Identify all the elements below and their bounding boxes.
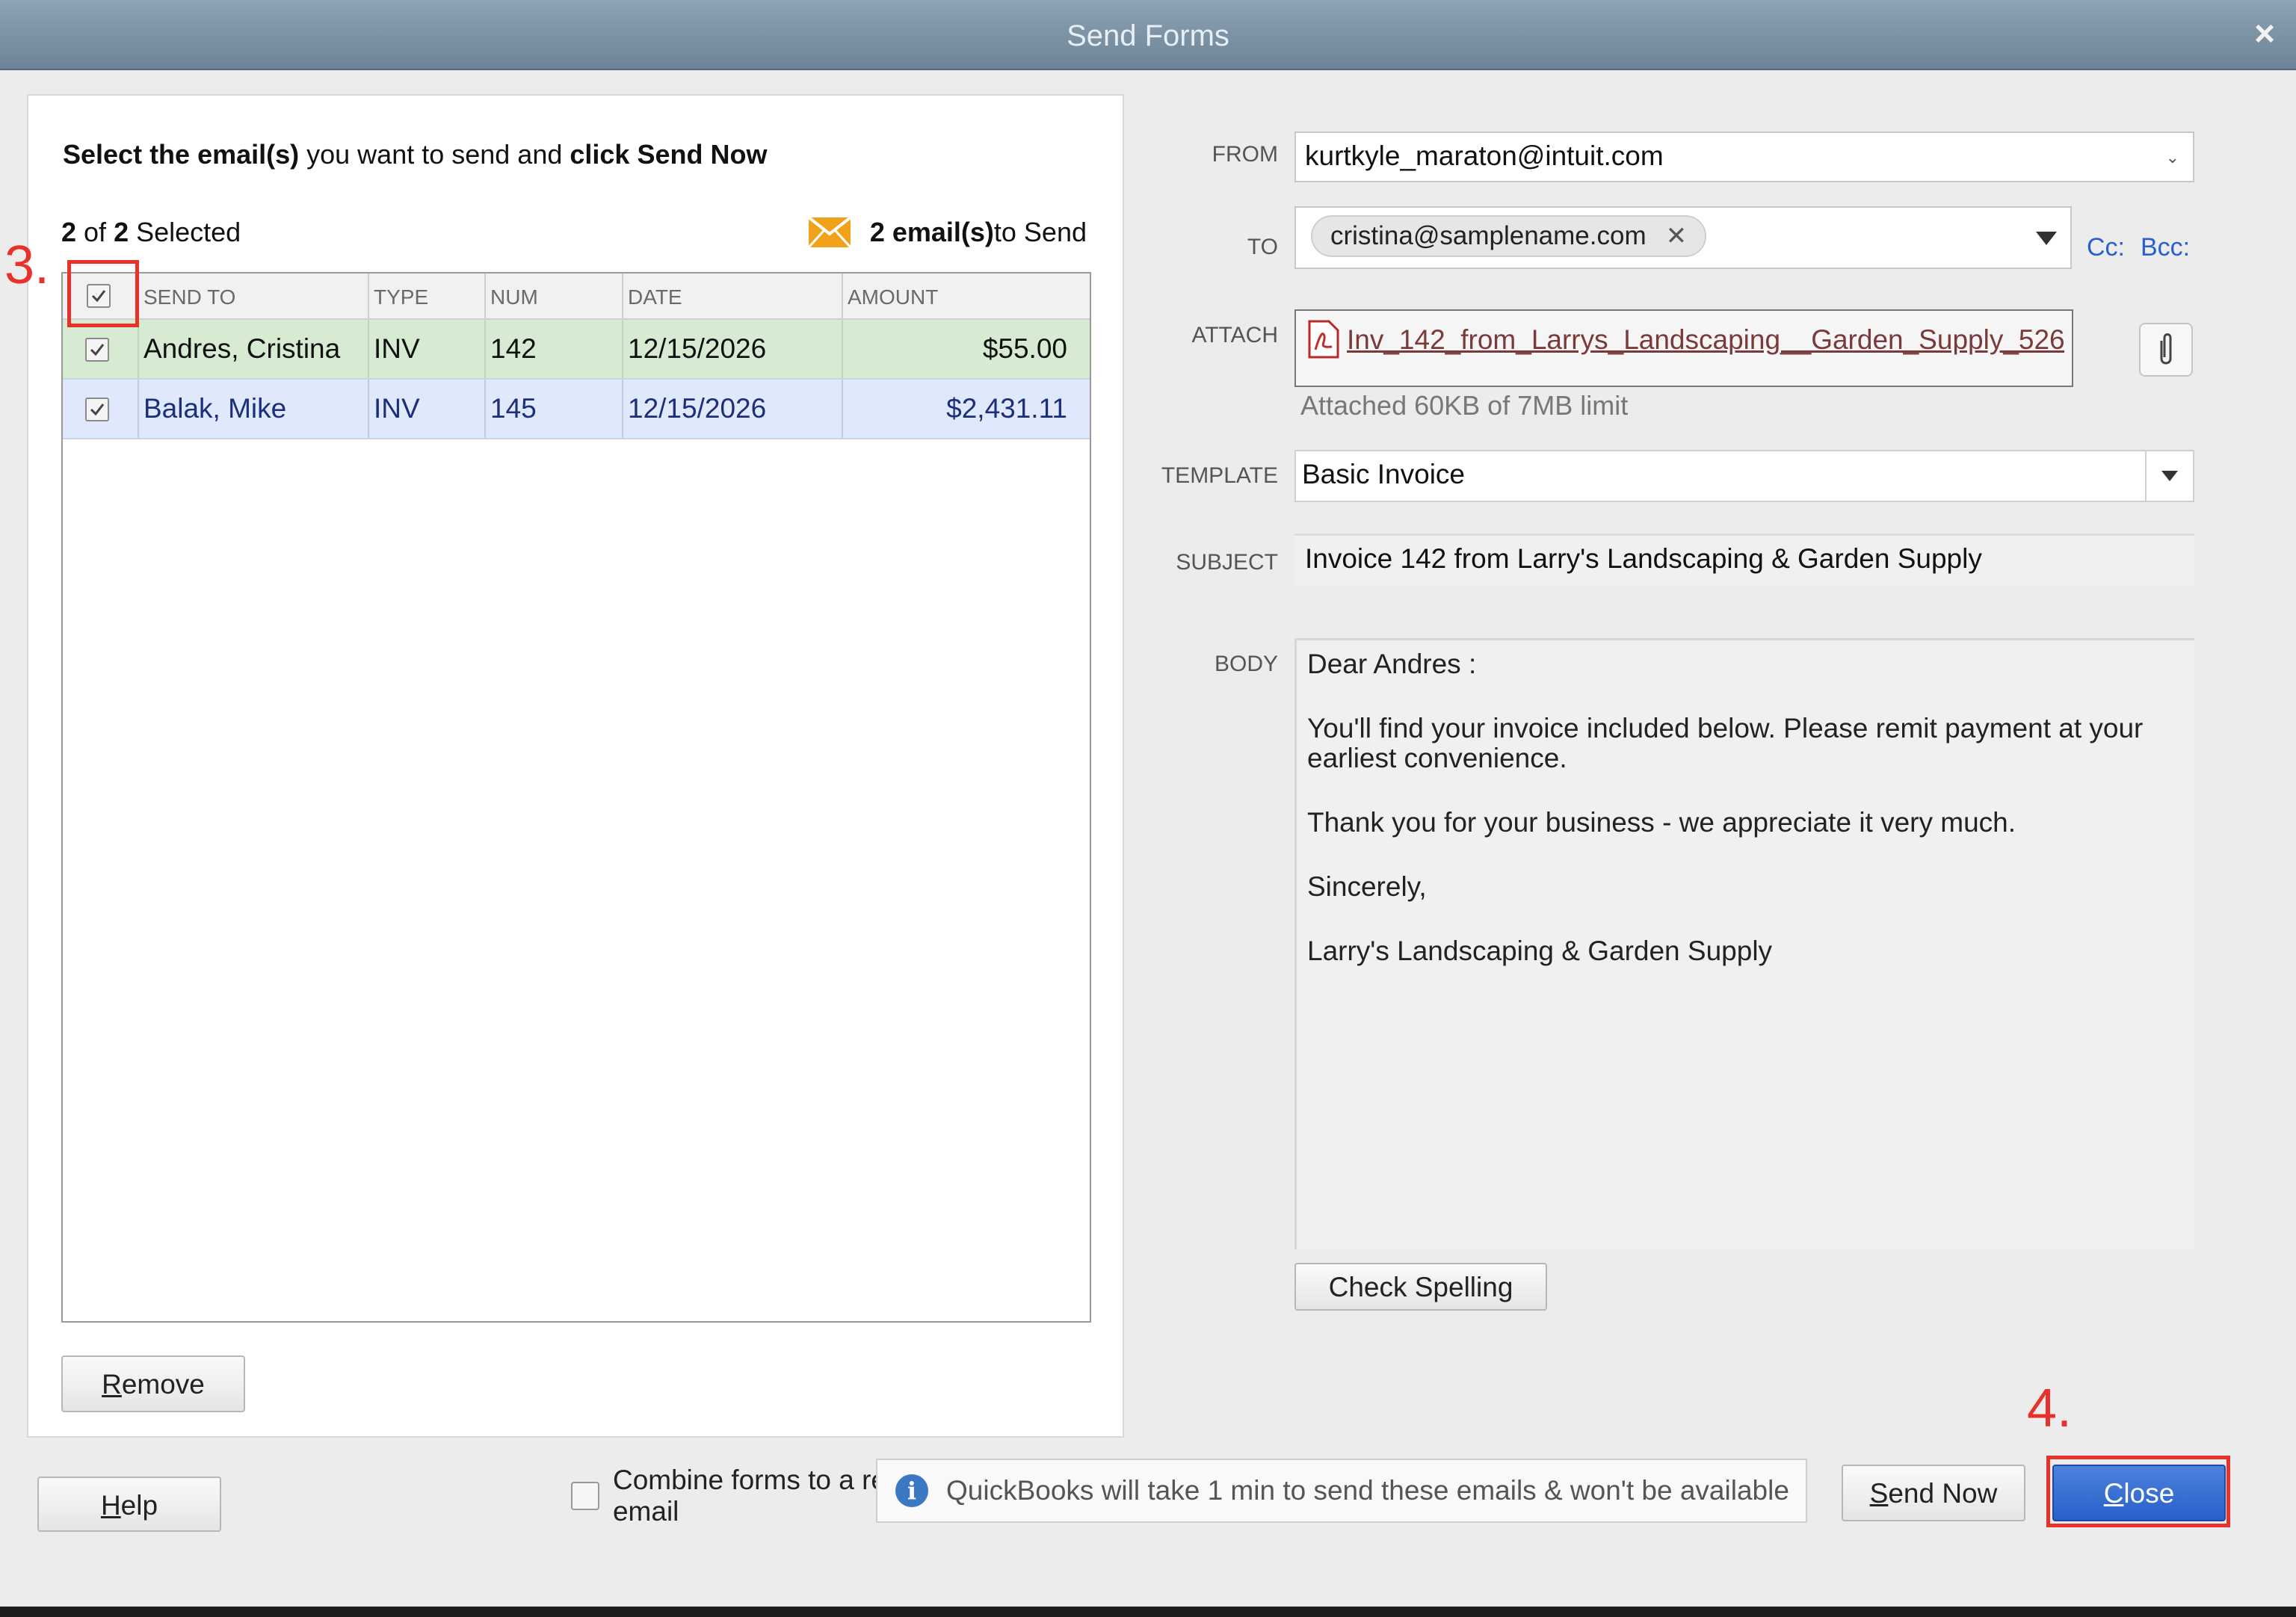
send-now-mnemonic: S — [1869, 1478, 1889, 1509]
template-dropdown[interactable]: Basic Invoice — [1294, 450, 2194, 502]
check-spelling-button[interactable]: Check Spelling — [1294, 1263, 1547, 1311]
step-4-highlight-box — [2046, 1456, 2230, 1527]
selected-count: 2 of 2 Selected — [61, 217, 241, 248]
cell-amount: $55.00 — [982, 333, 1067, 364]
send-now-label: end Now — [1888, 1478, 1998, 1509]
dropdown-arrow-icon — [2161, 471, 2178, 481]
title-bar: Send Forms × — [0, 0, 2296, 70]
table-row[interactable]: Balak, Mike INV 145 12/15/2026 $2,431.11 — [63, 380, 1090, 439]
help-button[interactable]: Help — [37, 1477, 221, 1532]
selected-word: Selected — [129, 217, 241, 247]
column-header-date[interactable]: DATE — [623, 273, 843, 318]
envelope-icon — [808, 217, 851, 247]
selected-count-a: 2 — [61, 217, 77, 247]
template-dropdown-button[interactable] — [2145, 451, 2193, 501]
step-4-annotation: 4. — [2027, 1379, 2073, 1438]
attach-file-button[interactable] — [2139, 323, 2193, 377]
cell-type: INV — [369, 380, 486, 438]
template-value: Basic Invoice — [1302, 459, 1465, 489]
selected-of: of — [76, 217, 114, 247]
body-line-message: You'll find your invoice included below.… — [1307, 713, 2144, 773]
cell-send-to: Andres, Cristina — [139, 320, 369, 378]
body-line-closing: Sincerely, — [1307, 871, 1427, 902]
instruction-text: Select the email(s) you want to send and… — [63, 139, 767, 170]
help-label: elp — [120, 1490, 158, 1521]
step-3-annotation: 3. — [4, 235, 50, 295]
checkmark-icon — [90, 344, 105, 356]
column-header-amount[interactable]: AMOUNT — [843, 273, 1090, 318]
selected-count-b: 2 — [114, 217, 129, 247]
cell-send-to: Balak, Mike — [139, 380, 369, 438]
body-textarea[interactable]: Dear Andres : You'll find your invoice i… — [1294, 638, 2194, 1249]
pdf-icon — [1308, 320, 1339, 359]
to-field[interactable]: cristina@samplename.com ✕ — [1294, 206, 2072, 269]
cell-num: 142 — [486, 320, 623, 378]
row-checkbox[interactable] — [85, 398, 109, 421]
attach-label: ATTACH — [1191, 323, 1278, 347]
email-grid: SEND TO TYPE NUM DATE AMOUNT Andres, Cri… — [61, 272, 1091, 1323]
combine-forms-checkbox[interactable] — [571, 1482, 599, 1510]
cell-type: INV — [369, 320, 486, 378]
body-line-greeting: Dear Andres : — [1307, 649, 1477, 679]
from-label: FROM — [1212, 142, 1278, 167]
to-send-count: 2 email(s) — [869, 217, 994, 247]
subject-label: SUBJECT — [1176, 550, 1278, 575]
help-mnemonic: H — [100, 1490, 121, 1521]
row-check-cell — [63, 320, 139, 378]
instruction-part2: you want to send and — [299, 139, 570, 170]
body-line-signature: Larry's Landscaping & Garden Supply — [1307, 936, 1773, 966]
cell-num: 145 — [486, 380, 623, 438]
column-header-num[interactable]: NUM — [486, 273, 623, 318]
remove-button[interactable]: Remove — [61, 1355, 245, 1412]
instruction-part3: click Send Now — [570, 139, 768, 170]
table-row[interactable]: Andres, Cristina INV 142 12/15/2026 $55.… — [63, 320, 1090, 380]
cell-date: 12/15/2026 — [623, 380, 843, 438]
remove-recipient-icon[interactable]: ✕ — [1666, 221, 1688, 251]
remove-mnemonic: R — [102, 1369, 122, 1400]
dropdown-arrow-icon[interactable] — [2036, 232, 2057, 245]
bcc-link[interactable]: Bcc: — [2141, 233, 2190, 262]
attachment-box: Inv_142_from_Larrys_Landscaping__Garden_… — [1294, 309, 2073, 387]
checkmark-icon — [90, 404, 105, 416]
attachment-size-info: Attached 60KB of 7MB limit — [1300, 390, 1629, 421]
email-list-panel: Select the email(s) you want to send and… — [27, 94, 1124, 1527]
paperclip-icon — [2160, 333, 2172, 365]
column-header-type[interactable]: TYPE — [369, 273, 486, 318]
step-3-highlight-box — [67, 260, 139, 327]
send-now-button[interactable]: Send Now — [1842, 1465, 2025, 1521]
body-label: BODY — [1214, 652, 1278, 676]
remove-label: emove — [121, 1369, 205, 1400]
attachment-file-link[interactable]: Inv_142_from_Larrys_Landscaping__Garden_… — [1347, 324, 2064, 356]
to-label: TO — [1247, 235, 1278, 259]
cell-date: 12/15/2026 — [623, 320, 843, 378]
chevron-down-icon: ⌄ — [2165, 148, 2179, 167]
cell-amount: $2,431.11 — [946, 393, 1067, 424]
template-label: TEMPLATE — [1161, 463, 1278, 488]
from-value: kurtkyle_maraton@intuit.com — [1305, 140, 1664, 171]
cc-link[interactable]: Cc: — [2087, 233, 2125, 262]
from-dropdown[interactable]: kurtkyle_maraton@intuit.com ⌄ — [1294, 132, 2194, 182]
instruction-part1: Select the email(s) — [63, 139, 300, 170]
column-header-send-to[interactable]: SEND TO — [139, 273, 369, 318]
send-info-text: QuickBooks will take 1 min to send these… — [946, 1475, 1789, 1506]
row-checkbox[interactable] — [85, 338, 109, 362]
info-icon: i — [895, 1474, 928, 1507]
close-window-icon[interactable]: × — [2254, 13, 2275, 55]
send-forms-window: Send Forms × Select the email(s) you wan… — [0, 0, 2296, 1607]
subject-input[interactable]: Invoice 142 from Larry's Landscaping & G… — [1294, 534, 2194, 586]
recipient-email: cristina@samplename.com — [1330, 221, 1647, 250]
send-info-bar: i QuickBooks will take 1 min to send the… — [876, 1459, 1807, 1523]
row-check-cell — [63, 380, 139, 438]
to-send-label: to Send — [993, 217, 1087, 247]
window-title: Send Forms — [1067, 19, 1229, 52]
emails-to-send: 2 email(s) to Send — [808, 217, 1087, 248]
body-line-thanks: Thank you for your business - we appreci… — [1307, 807, 2016, 838]
grid-header: SEND TO TYPE NUM DATE AMOUNT — [63, 273, 1090, 320]
subject-value: Invoice 142 from Larry's Landscaping & G… — [1305, 543, 1982, 574]
recipient-chip[interactable]: cristina@samplename.com ✕ — [1311, 215, 1707, 257]
